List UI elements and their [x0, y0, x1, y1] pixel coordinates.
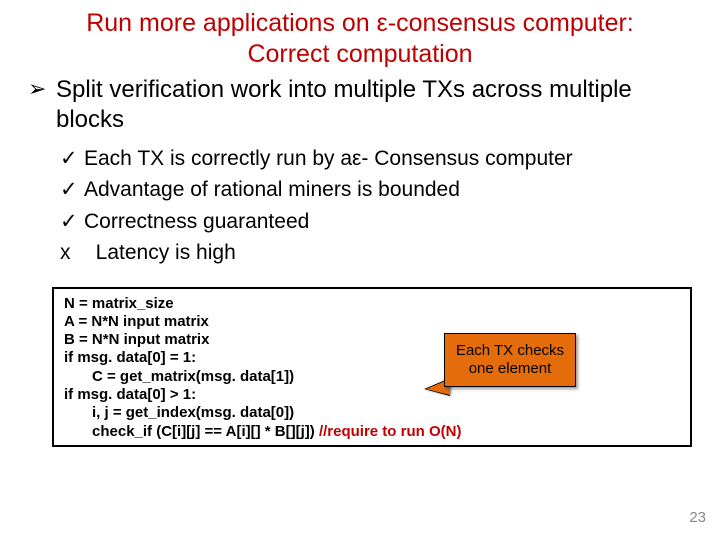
sub-text: Each TX is correctly run by aε- Consensu… — [84, 147, 573, 170]
check-icon: ✓ — [60, 143, 78, 175]
page-number: 23 — [689, 509, 706, 526]
code-line: N = matrix_size — [64, 295, 680, 313]
callout: Each TX checks one element — [444, 333, 584, 393]
code-line: if msg. data[0] = 1: — [64, 349, 680, 367]
sub-item: x Latency is high — [60, 237, 692, 269]
code-line: if msg. data[0] > 1: — [64, 386, 680, 404]
title-line1: Run more applications on ε-consensus com… — [86, 9, 634, 37]
sub-text: Latency is high — [96, 241, 236, 264]
main-bullet-text: Split verification work into multiple TX… — [56, 76, 632, 133]
check-icon: ✓ — [60, 174, 78, 206]
arrow-icon: ➢ — [28, 75, 46, 103]
sub-text: Advantage of rational miners is bounded — [84, 178, 460, 201]
sub-item: ✓ Each TX is correctly run by aε- Consen… — [60, 143, 692, 175]
title-line2: Correct computation — [247, 40, 472, 68]
x-icon: x — [60, 237, 71, 269]
code-line: A = N*N input matrix — [64, 313, 680, 331]
code-line: B = N*N input matrix — [64, 331, 680, 349]
code-line: C = get_matrix(msg. data[1]) — [64, 368, 680, 386]
sub-item: ✓ Advantage of rational miners is bounde… — [60, 174, 692, 206]
code-line: check_if (C[i][j] == A[i][] * B[][j]) //… — [64, 423, 680, 441]
main-bullet: ➢ Split verification work into multiple … — [0, 71, 720, 137]
sub-bullet-list: ✓ Each TX is correctly run by aε- Consen… — [0, 137, 720, 269]
check-icon: ✓ — [60, 206, 78, 238]
slide-title: Run more applications on ε-consensus com… — [0, 8, 720, 71]
callout-box: Each TX checks one element — [444, 333, 576, 387]
sub-text: Correctness guaranteed — [84, 210, 309, 233]
callout-text: Each TX checks one element — [445, 342, 575, 377]
code-line: i, j = get_index(msg. data[0]) — [64, 404, 680, 422]
sub-item: ✓ Correctness guaranteed — [60, 206, 692, 238]
code-box: N = matrix_size A = N*N input matrix B =… — [52, 287, 692, 447]
